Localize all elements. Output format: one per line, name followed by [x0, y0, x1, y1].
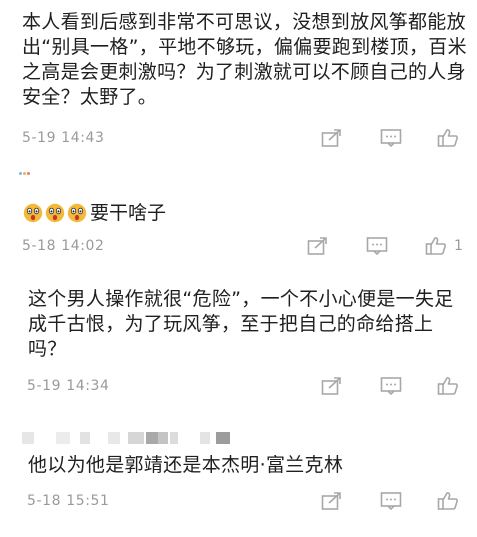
comment-meta: 5-18 14:02 1: [0, 234, 477, 258]
share-icon[interactable]: [321, 376, 343, 396]
comment-meta: 5-19 14:43: [0, 126, 477, 150]
comment-meta: 5-18 15:51: [0, 489, 477, 513]
comment-text: 他以为他是郭靖还是本杰明·富兰克林: [28, 454, 344, 476]
astonished-emoji-icon: [45, 203, 65, 223]
comment-text: 要干啥子: [90, 202, 167, 224]
reply-icon[interactable]: [380, 128, 402, 148]
comment-text: 本人看到后感到非常不可思议，没想到放风筝都能放出“别具一格”，平地不够玩，偏偏要…: [22, 11, 467, 108]
comment-item: 这个男人操作就很“危险”，一个不小心便是一失足成千古恨，为了玩风筝，至于把自己的…: [0, 275, 477, 410]
reply-icon[interactable]: [380, 491, 402, 511]
astonished-emoji-icon: [67, 203, 87, 223]
thumbs-up-icon[interactable]: [437, 376, 459, 396]
thumbs-up-icon[interactable]: [437, 491, 459, 511]
reply-icon[interactable]: [366, 236, 388, 256]
thumbs-up-icon[interactable]: [437, 128, 459, 148]
comment-emoji-text: 要干啥子: [23, 201, 166, 225]
astonished-emoji-icon: [23, 203, 43, 223]
comment-item: 本人看到后感到非常不可思议，没想到放风筝都能放出“别具一格”，平地不够玩，偏偏要…: [0, 0, 477, 160]
comment-item: 他以为他是郭靖还是本杰明·富兰克林 5-18 15:51: [0, 410, 477, 537]
share-icon[interactable]: [321, 491, 343, 511]
comment-timestamp: 5-18 14:02: [22, 238, 105, 254]
comment-meta: 5-19 14:34: [0, 374, 477, 398]
comments-screen: { "colors": { "text": "#1f1f1f", "meta":…: [0, 0, 477, 537]
comment-timestamp: 5-19 14:34: [27, 378, 110, 394]
share-icon[interactable]: [307, 236, 329, 256]
thumbs-up-icon[interactable]: [425, 236, 447, 256]
comment-text: 这个男人操作就很“危险”，一个不小心便是一失足成千古恨，为了玩风筝，至于把自己的…: [28, 288, 454, 360]
comment-timestamp: 5-18 15:51: [27, 493, 110, 509]
like-count: 1: [454, 238, 463, 254]
comment-timestamp: 5-19 14:43: [22, 130, 105, 146]
reply-icon[interactable]: [380, 376, 402, 396]
share-icon[interactable]: [321, 128, 343, 148]
